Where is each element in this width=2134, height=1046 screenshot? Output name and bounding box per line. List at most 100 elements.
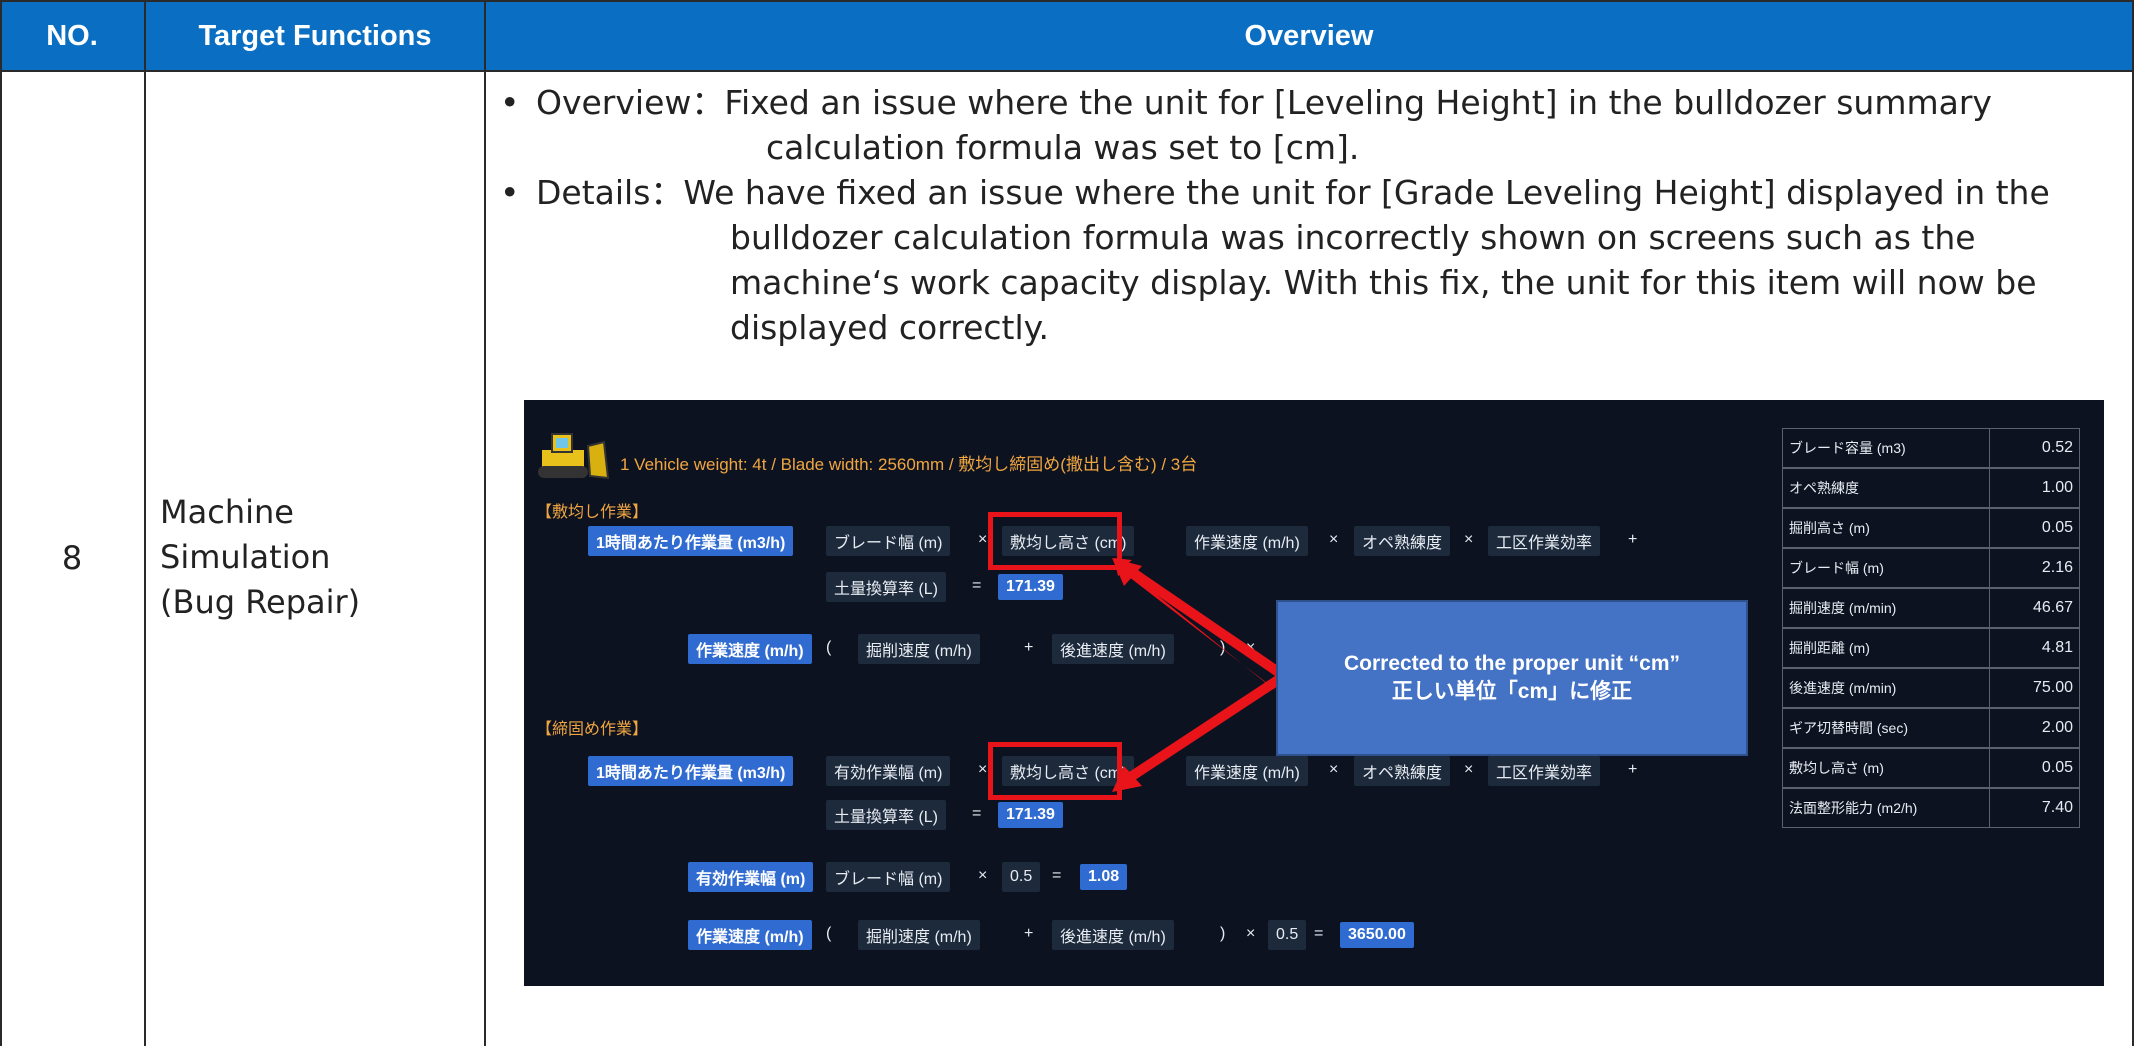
header-target-functions: Target Functions (146, 2, 484, 70)
target-function-line: Machine (160, 493, 294, 531)
details-line: machine‘s work capacity display. With th… (730, 263, 2037, 302)
operator: = (1052, 867, 1062, 884)
operator: × (978, 867, 988, 884)
correction-callout: Corrected to the proper unit “cm” 正しい単位「… (1276, 600, 1748, 756)
operator: × (1246, 639, 1256, 656)
parameter-value: 2.16 (1990, 548, 2080, 588)
details-bullet: • Details：We have fixed an issue where t… (500, 170, 2120, 350)
highlight-box (988, 742, 1122, 800)
operator: × (1464, 531, 1474, 548)
callout-line: 正しい単位「cm」に修正 (1391, 680, 1633, 703)
parameter-label: 敷均し高さ (m) (1782, 748, 1990, 788)
target-function-line: (Bug Repair) (160, 583, 361, 621)
screenshot-title: 1 Vehicle weight: 4t / Blade width: 2560… (620, 455, 1198, 474)
chip-soil-rate: 土量換算率 (L) (826, 800, 947, 830)
divider (0, 70, 2134, 72)
operator: = (972, 577, 982, 594)
chip-work-speed-label: 作業速度 (m/h) (688, 634, 812, 664)
overview-text: • Overview：Fixed an issue where the unit… (500, 80, 2120, 350)
parameter-value: 0.05 (1990, 748, 2080, 788)
operator: + (1024, 639, 1034, 656)
section-heading: 【締固め作業】 (536, 721, 649, 738)
details-line: displayed correctly. (730, 308, 1049, 347)
chip-per-hour: 1時間あたり作業量 (m3/h) (588, 526, 794, 556)
operator: × (1464, 761, 1474, 778)
parameter-row: ブレード容量 (m3) 0.52 (1782, 428, 2082, 468)
value-work-speed: 3650.00 (1340, 922, 1414, 948)
chip-dig-speed: 掘削速度 (m/h) (858, 920, 980, 950)
chip-half: 0.5 (1268, 920, 1307, 950)
divider (144, 0, 146, 1046)
parameter-label: ブレード幅 (m) (1782, 548, 1990, 588)
highlight-box (988, 512, 1122, 570)
parameter-label: 掘削距離 (m) (1782, 628, 1990, 668)
parameter-value: 4.81 (1990, 628, 2080, 668)
parameter-label: 掘削高さ (m) (1782, 508, 1990, 548)
chip-zone-efficiency: 工区作業効率 (1488, 756, 1601, 786)
operator: = (972, 805, 982, 822)
embedded-screenshot: 1 Vehicle weight: 4t / Blade width: 2560… (524, 400, 2104, 986)
parameter-value: 7.40 (1990, 788, 2080, 828)
chip-back-speed: 後進速度 (m/h) (1052, 920, 1174, 950)
chip-work-speed-label: 作業速度 (m/h) (688, 920, 812, 950)
chip-back-speed: 後進速度 (m/h) (1052, 634, 1174, 664)
divider (0, 0, 2134, 2)
chip-per-hour: 1時間あたり作業量 (m3/h) (588, 756, 794, 786)
chip-ope-skill: オペ熟練度 (1354, 526, 1451, 556)
chip-effective-width: 有効作業幅 (m) (826, 756, 951, 786)
parameter-value: 0.52 (1990, 428, 2080, 468)
operator: ( (826, 925, 832, 942)
operator: × (1246, 925, 1256, 942)
parameter-value: 46.67 (1990, 588, 2080, 628)
parameter-row: 敷均し高さ (m) 0.05 (1782, 748, 2082, 788)
parameter-row: ブレード幅 (m) 2.16 (1782, 548, 2082, 588)
spec-table: NO. Target Functions Overview 8 Machine … (0, 0, 2134, 1046)
header-overview: Overview (486, 2, 2132, 70)
value-soil-rate: 171.39 (998, 574, 1063, 600)
parameter-value: 75.00 (1990, 668, 2080, 708)
parameter-table: ブレード容量 (m3) 0.52 オペ熟練度 1.00 掘削高さ (m) 0.05 ブレード… (1782, 428, 2082, 828)
parameter-label: 後進速度 (m/min) (1782, 668, 1990, 708)
bulldozer-icon (538, 433, 610, 480)
operator: × (978, 761, 988, 778)
operator: × (1329, 761, 1339, 778)
parameter-value: 2.00 (1990, 708, 2080, 748)
details-line: bulldozer calculation formula was incorr… (730, 218, 1976, 257)
parameter-label: オペ熟練度 (1782, 468, 1990, 508)
parameter-value: 0.05 (1990, 508, 2080, 548)
bullet-dot: • (500, 173, 520, 212)
value-effective-width: 1.08 (1080, 864, 1128, 890)
parameter-row: 掘削高さ (m) 0.05 (1782, 508, 2082, 548)
chip-blade-width: ブレード幅 (m) (826, 862, 951, 892)
parameter-label: 掘削速度 (m/min) (1782, 588, 1990, 628)
row-number: 8 (61, 539, 83, 577)
operator: ( (826, 639, 832, 656)
chip-ope-skill: オペ熟練度 (1354, 756, 1451, 786)
chip-work-speed: 作業速度 (m/h) (1186, 526, 1308, 556)
parameter-label: ブレード容量 (m3) (1782, 428, 1990, 468)
parameter-row: 後進速度 (m/min) 75.00 (1782, 668, 2082, 708)
operator: + (1628, 761, 1638, 778)
parameter-row: 掘削距離 (m) 4.81 (1782, 628, 2082, 668)
target-function-line: Simulation (160, 538, 331, 576)
section-heading: 【敷均し作業】 (536, 504, 649, 521)
details-line: Details：We have fixed an issue where the… (536, 173, 2050, 212)
parameter-row: オペ熟練度 1.00 (1782, 468, 2082, 508)
value-soil-rate: 171.39 (998, 802, 1063, 828)
parameter-label: ギア切替時間 (sec) (1782, 708, 1990, 748)
chip-dig-speed: 掘削速度 (m/h) (858, 634, 980, 664)
chip-half: 0.5 (1002, 862, 1041, 892)
chip-effective-width-label: 有効作業幅 (m) (688, 862, 814, 892)
parameter-label: 法面整形能力 (m2/h) (1782, 788, 1990, 828)
parameter-row: 法面整形能力 (m2/h) 7.40 (1782, 788, 2082, 828)
callout-line: Corrected to the proper unit “cm” (1343, 652, 1681, 675)
operator: + (1628, 531, 1638, 548)
operator: × (1329, 531, 1339, 548)
bullet-dot: • (500, 83, 520, 122)
overview-line: Overview：Fixed an issue where the unit f… (536, 83, 1992, 122)
chip-work-speed: 作業速度 (m/h) (1186, 756, 1308, 786)
overview-bullet: • Overview：Fixed an issue where the unit… (500, 80, 2120, 170)
operator: = (1314, 925, 1324, 942)
chip-zone-efficiency: 工区作業効率 (1488, 526, 1601, 556)
parameter-row: ギア切替時間 (sec) 2.00 (1782, 708, 2082, 748)
